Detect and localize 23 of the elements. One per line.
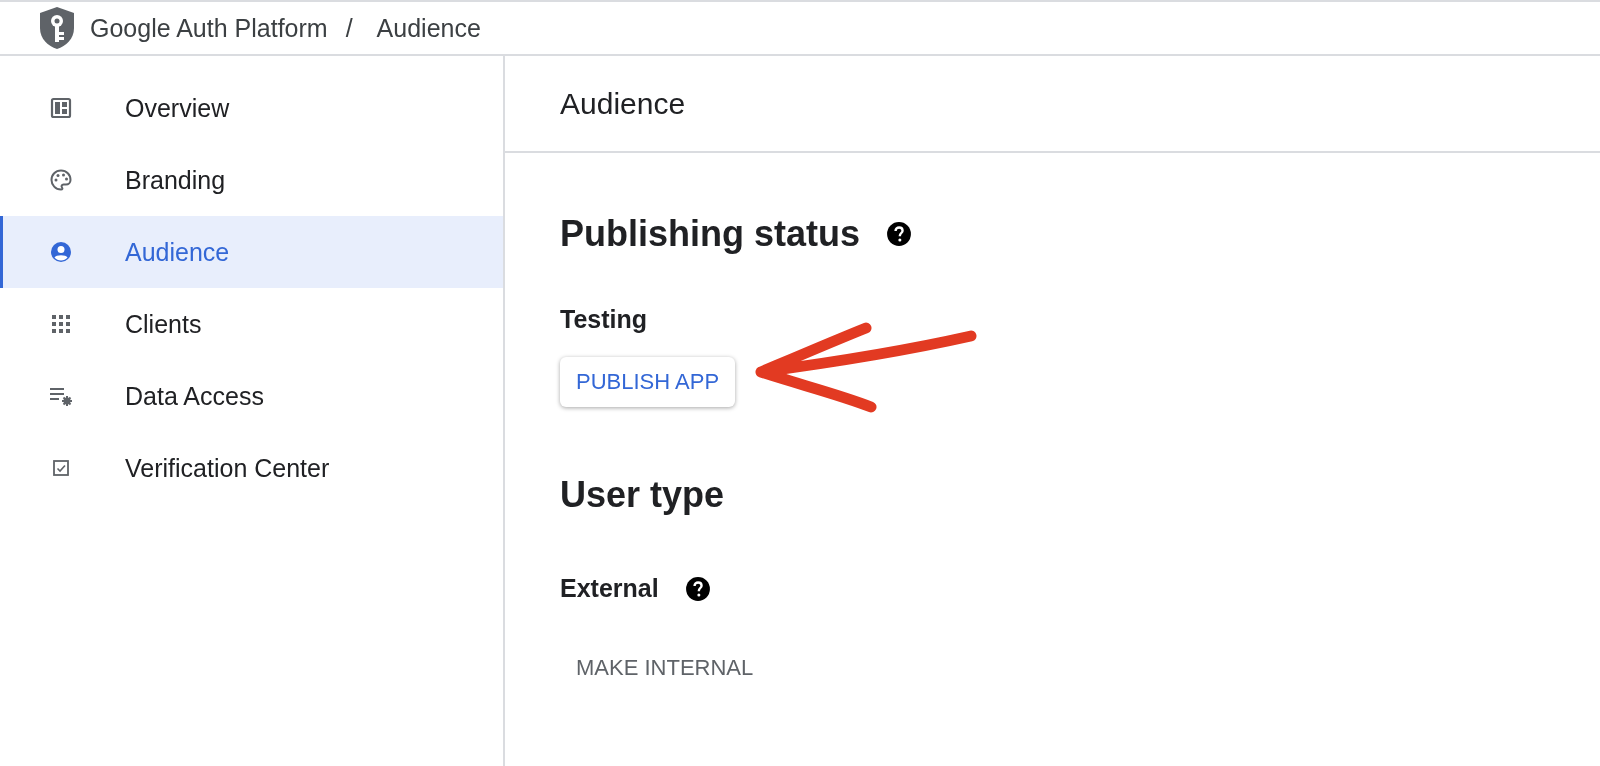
sidebar-item[interactable]: Overview — [0, 72, 503, 144]
status-text: Testing — [560, 305, 649, 334]
dashboard-icon — [49, 96, 73, 120]
sidebar-item[interactable]: Clients — [0, 288, 503, 360]
grid-icon — [49, 312, 73, 336]
help-icon — [684, 575, 711, 602]
breadcrumb-link[interactable]: Google Auth Platform — [90, 13, 328, 43]
shield-key-icon — [38, 6, 76, 50]
sidebar-item[interactable]: Data Access — [0, 360, 503, 432]
publish-button[interactable]: PUBLISH APP — [560, 357, 736, 407]
section-heading: User type — [560, 474, 726, 516]
palette-icon — [49, 168, 73, 192]
sidebar-item[interactable]: Branding — [0, 144, 503, 216]
section-heading: Publishing status — [560, 213, 861, 255]
page-title: Audience — [505, 56, 1600, 153]
sidebar-item[interactable]: Verification Center — [0, 432, 503, 504]
make-internal-button[interactable]: MAKE INTERNAL — [560, 647, 770, 689]
breadcrumb-separator: / — [345, 13, 353, 43]
user-type-text: External — [560, 574, 659, 603]
help-icon — [886, 221, 913, 247]
breadcrumb-current: Audience — [376, 13, 481, 43]
person-icon — [49, 240, 73, 264]
sidebar-item[interactable]: Audience — [0, 216, 503, 288]
